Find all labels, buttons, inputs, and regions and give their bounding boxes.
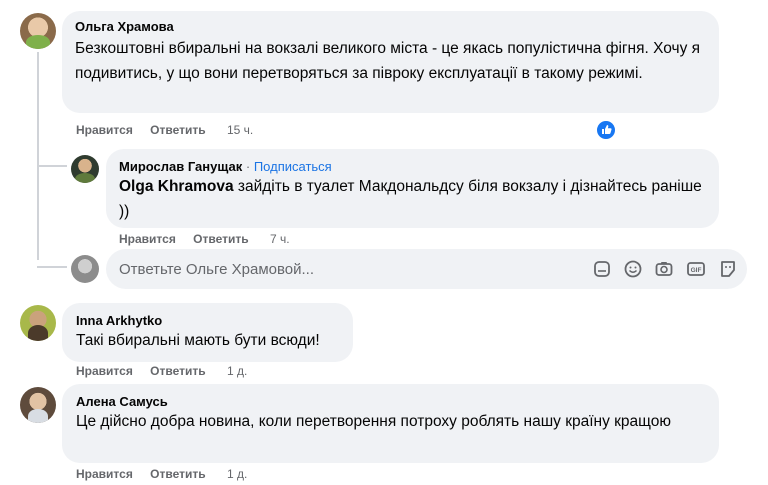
like-icon[interactable]	[596, 120, 616, 140]
like-button[interactable]: Нравится	[76, 364, 133, 378]
comment-actions: Нравится Ответить 7 ч.	[119, 232, 304, 246]
comment-author[interactable]: Мирослав Ганущак	[119, 159, 242, 174]
comment-actions: Нравится Ответить 1 д.	[76, 364, 261, 378]
like-button[interactable]: Нравится	[119, 232, 176, 246]
comment-author[interactable]: Ольга Храмова	[75, 19, 174, 34]
comment-text: Це дійсно добра новина, коли перетворенн…	[76, 413, 672, 430]
avatar[interactable]	[20, 305, 56, 341]
avatar[interactable]	[71, 155, 99, 183]
follow-link[interactable]: Подписаться	[254, 159, 332, 174]
reply-placeholder: Ответьте Ольге Храмовой...	[119, 261, 314, 278]
reply-button[interactable]: Ответить	[193, 232, 248, 246]
svg-text:GIF: GIF	[691, 267, 702, 274]
like-button[interactable]: Нравится	[76, 467, 133, 481]
like-button[interactable]: Нравится	[76, 123, 133, 137]
comment-actions: Нравится Ответить 1 д.	[76, 467, 261, 481]
camera-icon[interactable]	[654, 259, 674, 279]
comment-time[interactable]: 1 д.	[227, 364, 247, 378]
sticker-icon[interactable]	[592, 259, 612, 279]
comment-author[interactable]: Алена Самусь	[76, 394, 168, 409]
reply-button[interactable]: Ответить	[150, 364, 205, 378]
thread-line	[37, 52, 39, 260]
reply-button[interactable]: Ответить	[150, 123, 205, 137]
sticker-face-icon[interactable]	[718, 259, 738, 279]
avatar[interactable]	[71, 255, 99, 283]
comment-time[interactable]: 7 ч.	[270, 232, 290, 246]
comment-text-wrap: Olga Khramova зайдіть в туалет Макдональ…	[119, 174, 714, 224]
gif-icon[interactable]: GIF	[686, 259, 706, 279]
emoji-icon[interactable]	[623, 259, 643, 279]
reply-button[interactable]: Ответить	[150, 467, 205, 481]
comment-time[interactable]: 1 д.	[227, 467, 247, 481]
comment-author-line: Мирослав Ганущак · Подписаться	[119, 159, 332, 174]
avatar[interactable]	[20, 387, 56, 423]
thread-branch	[37, 266, 67, 268]
comment-author[interactable]: Inna Arkhytko	[76, 313, 162, 328]
comment-actions: Нравится Ответить 15 ч.	[76, 123, 267, 137]
mention-link[interactable]: Olga Khramova	[119, 178, 234, 195]
separator: ·	[245, 159, 251, 174]
comment-time[interactable]: 15 ч.	[227, 123, 253, 137]
comment-text: Такі вбиральні мають бути всюди!	[76, 332, 320, 349]
avatar[interactable]	[20, 13, 56, 49]
thread-branch	[37, 165, 67, 167]
comment-text: Безкоштовні вбиральні на вокзалі великог…	[75, 40, 701, 82]
